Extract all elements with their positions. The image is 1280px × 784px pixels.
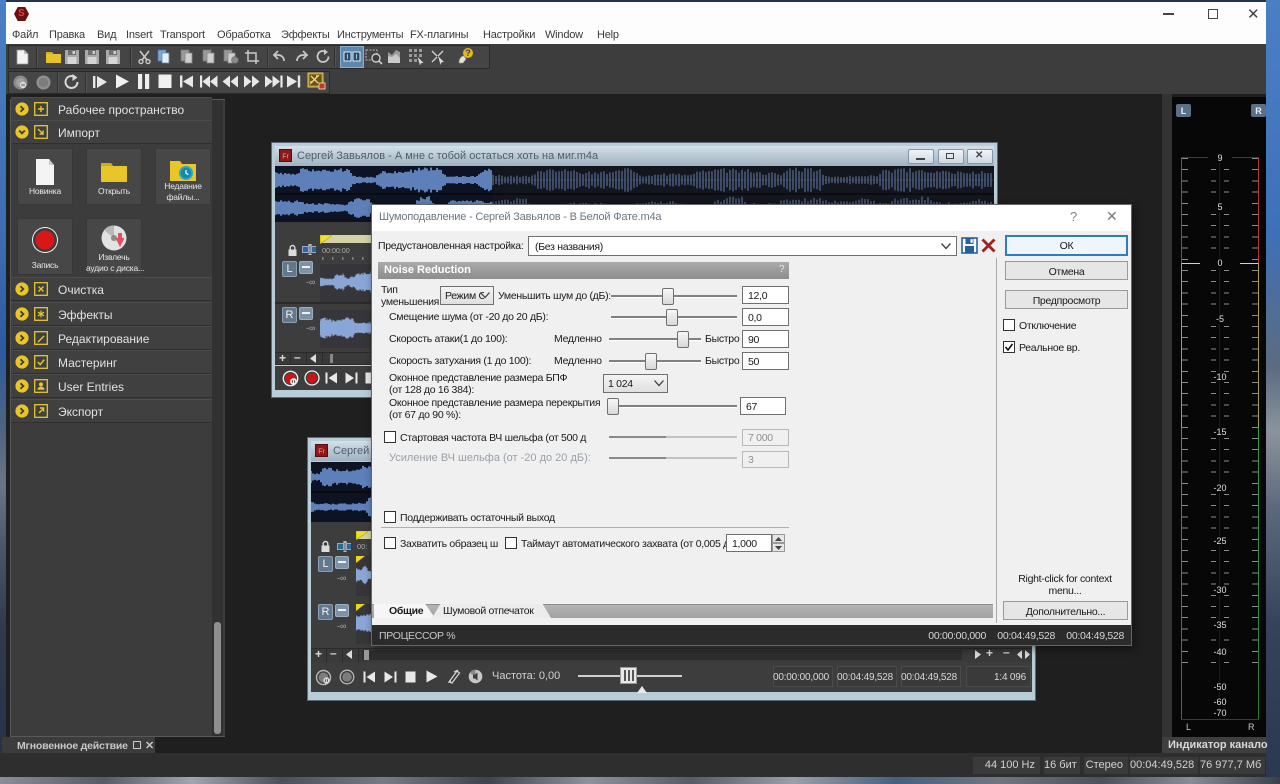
- svg-text:Fr: Fr: [282, 154, 289, 161]
- svg-text:?: ?: [465, 48, 471, 58]
- svg-text:Fr: Fr: [318, 449, 325, 456]
